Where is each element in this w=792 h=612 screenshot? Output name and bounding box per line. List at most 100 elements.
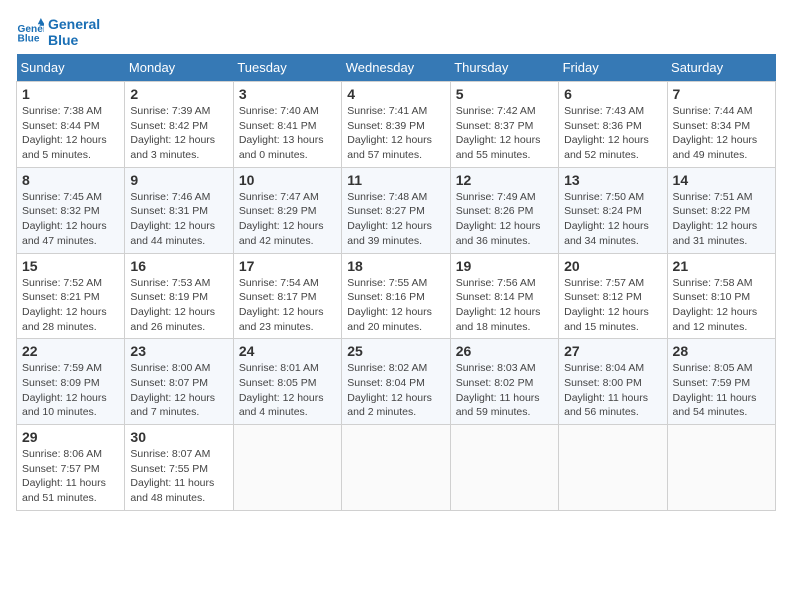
weekday-header-row: SundayMondayTuesdayWednesdayThursdayFrid… bbox=[17, 54, 776, 82]
day-number: 1 bbox=[22, 86, 119, 102]
calendar-cell: 12Sunrise: 7:49 AMSunset: 8:26 PMDayligh… bbox=[450, 167, 558, 253]
calendar-cell: 11 Sunrise: 7:48 AMSunset: 8:27 PMDayligh… bbox=[342, 167, 450, 253]
calendar-cell: 22 Sunrise: 7:59 AMSunset: 8:09 PMDayligh… bbox=[17, 339, 125, 425]
calendar-cell: 13 Sunrise: 7:50 AMSunset: 8:24 PMDayligh… bbox=[559, 167, 667, 253]
day-info: Sunrise: 7:56 AMSunset: 8:14 PMDaylight:… bbox=[456, 276, 553, 335]
calendar-cell: 8 Sunrise: 7:45 AMSunset: 8:32 PMDaylight… bbox=[17, 167, 125, 253]
day-info: Sunrise: 7:57 AMSunset: 8:12 PMDaylight:… bbox=[564, 276, 661, 335]
day-number: 19 bbox=[456, 258, 553, 274]
weekday-header-friday: Friday bbox=[559, 54, 667, 82]
calendar-cell: 17 Sunrise: 7:54 AMSunset: 8:17 PMDayligh… bbox=[233, 253, 341, 339]
day-info: Sunrise: 7:49 AMSunset: 8:26 PMDaylight:… bbox=[456, 190, 553, 249]
day-number: 9 bbox=[130, 172, 227, 188]
weekday-header-saturday: Saturday bbox=[667, 54, 775, 82]
day-info: Sunrise: 7:58 AMSunset: 8:10 PMDaylight:… bbox=[673, 276, 770, 335]
day-number: 4 bbox=[347, 86, 444, 102]
day-number: 18 bbox=[347, 258, 444, 274]
day-info: Sunrise: 7:45 AMSunset: 8:32 PMDaylight:… bbox=[22, 190, 119, 249]
day-number: 6 bbox=[564, 86, 661, 102]
calendar-cell: 14 Sunrise: 7:51 AMSunset: 8:22 PMDayligh… bbox=[667, 167, 775, 253]
calendar-cell: 7Sunrise: 7:44 AMSunset: 8:34 PMDaylight… bbox=[667, 82, 775, 168]
page-header: General Blue GeneralBlue bbox=[16, 16, 776, 48]
weekday-header-thursday: Thursday bbox=[450, 54, 558, 82]
calendar-cell: 23 Sunrise: 8:00 AMSunset: 8:07 PMDayligh… bbox=[125, 339, 233, 425]
day-info: Sunrise: 7:38 AMSunset: 8:44 PMDaylight:… bbox=[22, 104, 119, 163]
day-info: Sunrise: 8:00 AMSunset: 8:07 PMDaylight:… bbox=[130, 361, 227, 420]
calendar-week-row: 15 Sunrise: 7:52 AMSunset: 8:21 PMDayligh… bbox=[17, 253, 776, 339]
day-info: Sunrise: 7:39 AMSunset: 8:42 PMDaylight:… bbox=[130, 104, 227, 163]
day-info: Sunrise: 8:07 AMSunset: 7:55 PMDaylight:… bbox=[130, 447, 227, 506]
day-number: 22 bbox=[22, 343, 119, 359]
calendar-cell: 25Sunrise: 8:02 AMSunset: 8:04 PMDayligh… bbox=[342, 339, 450, 425]
calendar-cell: 20 Sunrise: 7:57 AMSunset: 8:12 PMDayligh… bbox=[559, 253, 667, 339]
day-info: Sunrise: 7:53 AMSunset: 8:19 PMDaylight:… bbox=[130, 276, 227, 335]
day-number: 11 bbox=[347, 172, 444, 188]
day-info: Sunrise: 7:55 AMSunset: 8:16 PMDaylight:… bbox=[347, 276, 444, 335]
calendar-week-row: 8 Sunrise: 7:45 AMSunset: 8:32 PMDaylight… bbox=[17, 167, 776, 253]
logo-icon: General Blue bbox=[16, 18, 44, 46]
day-number: 26 bbox=[456, 343, 553, 359]
calendar-cell: 2 Sunrise: 7:39 AMSunset: 8:42 PMDaylight… bbox=[125, 82, 233, 168]
day-info: Sunrise: 7:42 AMSunset: 8:37 PMDaylight:… bbox=[456, 104, 553, 163]
day-number: 29 bbox=[22, 429, 119, 445]
calendar-cell: 15 Sunrise: 7:52 AMSunset: 8:21 PMDayligh… bbox=[17, 253, 125, 339]
calendar-cell: 3 Sunrise: 7:40 AMSunset: 8:41 PMDaylight… bbox=[233, 82, 341, 168]
day-number: 27 bbox=[564, 343, 661, 359]
weekday-header-sunday: Sunday bbox=[17, 54, 125, 82]
weekday-header-wednesday: Wednesday bbox=[342, 54, 450, 82]
day-number: 15 bbox=[22, 258, 119, 274]
day-number: 8 bbox=[22, 172, 119, 188]
calendar-cell: 9 Sunrise: 7:46 AMSunset: 8:31 PMDaylight… bbox=[125, 167, 233, 253]
calendar-cell: 5Sunrise: 7:42 AMSunset: 8:37 PMDaylight… bbox=[450, 82, 558, 168]
day-number: 7 bbox=[673, 86, 770, 102]
day-info: Sunrise: 7:50 AMSunset: 8:24 PMDaylight:… bbox=[564, 190, 661, 249]
day-number: 23 bbox=[130, 343, 227, 359]
day-info: Sunrise: 7:46 AMSunset: 8:31 PMDaylight:… bbox=[130, 190, 227, 249]
day-number: 17 bbox=[239, 258, 336, 274]
svg-text:Blue: Blue bbox=[18, 33, 40, 44]
day-number: 28 bbox=[673, 343, 770, 359]
day-number: 24 bbox=[239, 343, 336, 359]
day-info: Sunrise: 8:05 AMSunset: 7:59 PMDaylight:… bbox=[673, 361, 770, 420]
calendar-cell: 30Sunrise: 8:07 AMSunset: 7:55 PMDayligh… bbox=[125, 425, 233, 511]
calendar-cell: 18 Sunrise: 7:55 AMSunset: 8:16 PMDayligh… bbox=[342, 253, 450, 339]
day-info: Sunrise: 7:43 AMSunset: 8:36 PMDaylight:… bbox=[564, 104, 661, 163]
day-info: Sunrise: 7:41 AMSunset: 8:39 PMDaylight:… bbox=[347, 104, 444, 163]
logo-text: GeneralBlue bbox=[48, 16, 100, 48]
calendar-cell: 26Sunrise: 8:03 AMSunset: 8:02 PMDayligh… bbox=[450, 339, 558, 425]
day-info: Sunrise: 7:48 AMSunset: 8:27 PMDaylight:… bbox=[347, 190, 444, 249]
calendar-cell: 24Sunrise: 8:01 AMSunset: 8:05 PMDayligh… bbox=[233, 339, 341, 425]
calendar-cell: 21 Sunrise: 7:58 AMSunset: 8:10 PMDayligh… bbox=[667, 253, 775, 339]
calendar-week-row: 29 Sunrise: 8:06 AMSunset: 7:57 PMDayligh… bbox=[17, 425, 776, 511]
calendar-cell bbox=[667, 425, 775, 511]
day-info: Sunrise: 7:40 AMSunset: 8:41 PMDaylight:… bbox=[239, 104, 336, 163]
day-info: Sunrise: 8:04 AMSunset: 8:00 PMDaylight:… bbox=[564, 361, 661, 420]
day-info: Sunrise: 7:59 AMSunset: 8:09 PMDaylight:… bbox=[22, 361, 119, 420]
calendar-cell: 1 Sunrise: 7:38 AMSunset: 8:44 PMDaylight… bbox=[17, 82, 125, 168]
day-number: 25 bbox=[347, 343, 444, 359]
day-number: 21 bbox=[673, 258, 770, 274]
day-info: Sunrise: 7:51 AMSunset: 8:22 PMDaylight:… bbox=[673, 190, 770, 249]
day-number: 14 bbox=[673, 172, 770, 188]
calendar-cell: 6 Sunrise: 7:43 AMSunset: 8:36 PMDaylight… bbox=[559, 82, 667, 168]
weekday-header-tuesday: Tuesday bbox=[233, 54, 341, 82]
day-info: Sunrise: 8:06 AMSunset: 7:57 PMDaylight:… bbox=[22, 447, 119, 506]
calendar-cell: 19 Sunrise: 7:56 AMSunset: 8:14 PMDayligh… bbox=[450, 253, 558, 339]
calendar-week-row: 1 Sunrise: 7:38 AMSunset: 8:44 PMDaylight… bbox=[17, 82, 776, 168]
calendar-cell bbox=[450, 425, 558, 511]
day-number: 16 bbox=[130, 258, 227, 274]
calendar-cell: 28 Sunrise: 8:05 AMSunset: 7:59 PMDayligh… bbox=[667, 339, 775, 425]
day-number: 13 bbox=[564, 172, 661, 188]
weekday-header-monday: Monday bbox=[125, 54, 233, 82]
day-number: 10 bbox=[239, 172, 336, 188]
calendar-week-row: 22 Sunrise: 7:59 AMSunset: 8:09 PMDayligh… bbox=[17, 339, 776, 425]
day-number: 3 bbox=[239, 86, 336, 102]
day-number: 2 bbox=[130, 86, 227, 102]
day-number: 20 bbox=[564, 258, 661, 274]
day-info: Sunrise: 7:54 AMSunset: 8:17 PMDaylight:… bbox=[239, 276, 336, 335]
calendar-cell bbox=[233, 425, 341, 511]
calendar-cell bbox=[559, 425, 667, 511]
day-info: Sunrise: 7:52 AMSunset: 8:21 PMDaylight:… bbox=[22, 276, 119, 335]
calendar-cell: 16 Sunrise: 7:53 AMSunset: 8:19 PMDayligh… bbox=[125, 253, 233, 339]
day-info: Sunrise: 7:47 AMSunset: 8:29 PMDaylight:… bbox=[239, 190, 336, 249]
